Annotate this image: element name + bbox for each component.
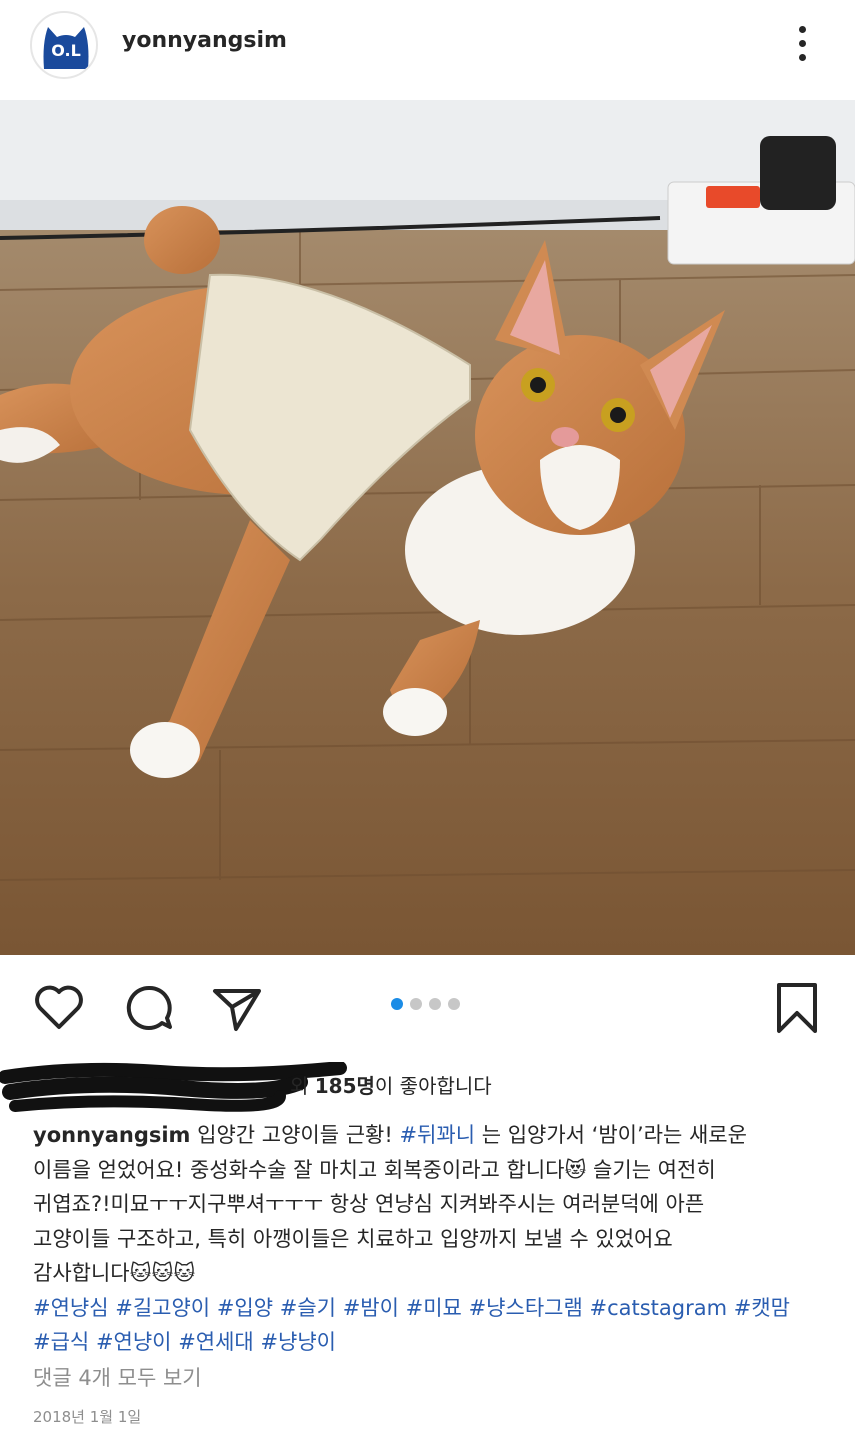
hashtag-link[interactable]: #길고양이 (115, 1296, 210, 1320)
share-send-icon[interactable] (210, 981, 264, 1035)
hashtag-link[interactable]: #연냥심 (33, 1296, 109, 1320)
post-author-username[interactable]: yonnyangsim (122, 28, 287, 53)
caption-text: 는 입양가서 ‘밤이’라는 새로운 (475, 1123, 747, 1147)
carousel-dot (410, 998, 422, 1010)
cat-face-emoji-icon: 🐱 (151, 1261, 174, 1285)
hashtag-link[interactable]: #냥냥이 (260, 1330, 336, 1354)
carousel-indicator (391, 998, 460, 1010)
like-heart-icon[interactable] (32, 981, 86, 1035)
view-all-comments-link[interactable]: 댓글 4개 모두 보기 (33, 1362, 202, 1392)
caption-username[interactable]: yonnyangsim (33, 1123, 190, 1147)
hashtag-link[interactable]: #뒤꽈니 (399, 1123, 475, 1147)
likes-summary: 외 185명이 좋아합니다 (290, 1070, 492, 1099)
bookmark-icon[interactable] (770, 981, 824, 1035)
post-caption: yonnyangsim 입양간 고양이들 근황! #뒤꽈니 는 입양가서 ‘밤이… (33, 1118, 833, 1360)
caption-text: 감사합니다 (33, 1261, 130, 1285)
hashtag-link[interactable]: #캣맘 (734, 1296, 790, 1320)
carousel-dot (429, 998, 441, 1010)
hashtag-link[interactable]: #catstagram (589, 1296, 727, 1320)
hashtags-line-1: #연냥심 #길고양이 #입양 #슬기 #밤이 #미묘 #냥스타그램 #catst… (33, 1291, 833, 1326)
svg-text:O.L: O.L (51, 41, 81, 60)
hashtag-link[interactable]: #연냥이 (96, 1330, 172, 1354)
post-photo[interactable] (0, 100, 855, 955)
hashtag-link[interactable]: #밤이 (343, 1296, 399, 1320)
hashtag-link[interactable]: #슬기 (280, 1296, 336, 1320)
caption-text: 슬기는 여전히 (586, 1157, 716, 1182)
cat-logo-icon: O.L (43, 27, 89, 69)
likes-row[interactable]: 외 185명이 좋아합니다 (0, 1062, 855, 1112)
caption-text: 이름을 얻었어요! 중성화수술 잘 마치고 회복중이라고 합니다 (33, 1157, 565, 1182)
post-header: O.L yonnyangsim (0, 0, 855, 100)
post-date: 2018년 1월 1일 (33, 1408, 142, 1426)
cat-photo-illustration (0, 100, 855, 955)
likes-label: 이 좋아합니다 (374, 1074, 492, 1098)
heart-eyes-cat-emoji-icon: 😻 (564, 1157, 587, 1182)
cat-face-emoji-icon: 🐱 (173, 1261, 196, 1285)
hashtags-line-2: #급식 #연냥이 #연세대 #냥냥이 (33, 1325, 833, 1360)
caption-line: 감사합니다🐱🐱🐱 (33, 1256, 833, 1291)
hashtag-link[interactable]: #연세대 (178, 1330, 254, 1354)
likes-count[interactable]: 185명 (315, 1074, 375, 1098)
caption-line: 귀엽죠?!미묘ㅜㅜ지구뿌셔ㅜㅜㅜ 항상 연냥심 지켜봐주시는 여러분덕에 아픈 (33, 1192, 705, 1216)
hashtag-link[interactable]: #급식 (33, 1330, 89, 1354)
hashtag-link[interactable]: #미묘 (406, 1296, 462, 1320)
caption-line: yonnyangsim 입양간 고양이들 근황! #뒤꽈니 는 입양가서 ‘밤이… (33, 1118, 833, 1153)
caption-text: 입양간 고양이들 근황! (197, 1123, 400, 1147)
carousel-dot-active (391, 998, 403, 1010)
comment-bubble-icon[interactable] (122, 981, 176, 1035)
more-options-icon[interactable] (780, 18, 824, 68)
hashtag-link[interactable]: #냥스타그램 (469, 1296, 583, 1320)
avatar[interactable]: O.L (30, 11, 98, 79)
caption-line: 고양이들 구조하고, 특히 아깽이들은 치료하고 입양까지 보낼 수 있었어요 (33, 1226, 673, 1251)
caption-line: 이름을 얻었어요! 중성화수술 잘 마치고 회복중이라고 합니다😻 슬기는 여전… (33, 1153, 833, 1188)
hashtag-link[interactable]: #입양 (217, 1296, 273, 1320)
likes-suffix: 외 (290, 1074, 309, 1098)
carousel-dot (448, 998, 460, 1010)
cat-face-emoji-icon: 🐱 (129, 1261, 152, 1285)
